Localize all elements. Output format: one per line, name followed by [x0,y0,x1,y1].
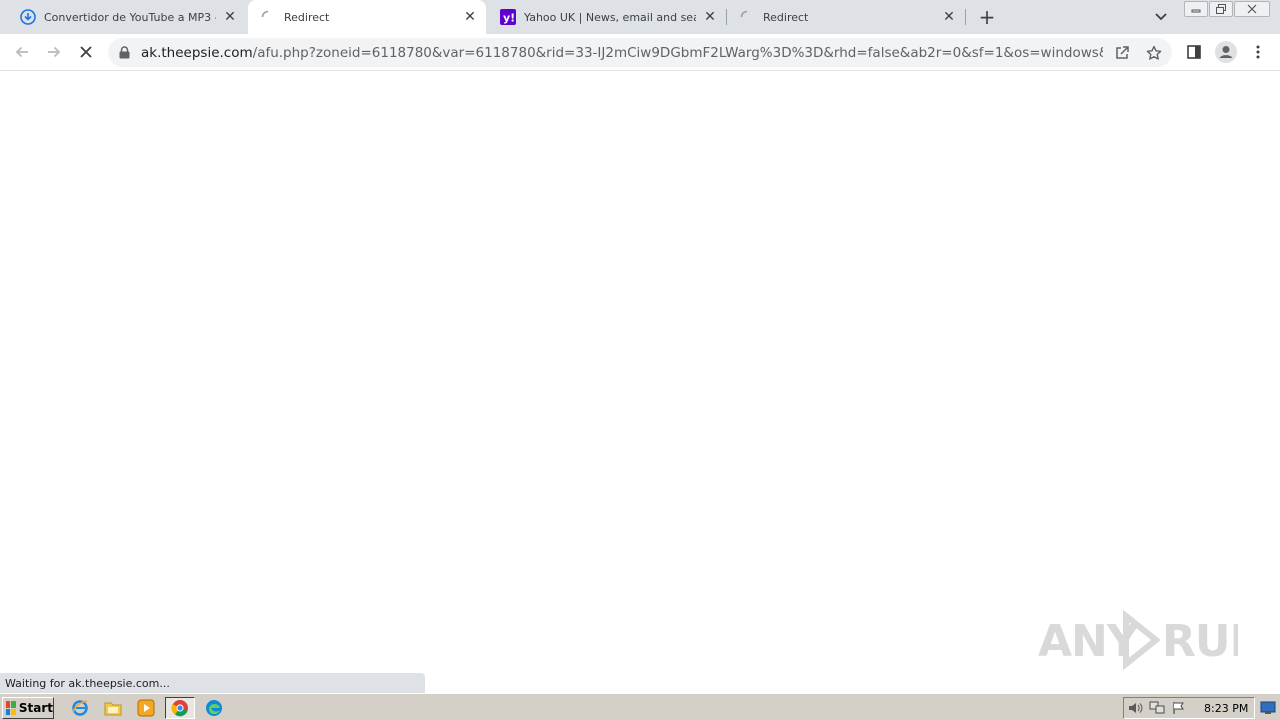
svg-text:y!: y! [503,12,515,25]
network-icon[interactable] [1146,699,1168,717]
media-player-icon[interactable] [131,697,161,719]
yahoo-icon: y! [500,9,516,25]
internet-explorer-icon[interactable] [65,697,95,719]
download-cloud-icon [20,9,36,25]
close-icon[interactable]: ✕ [941,9,957,25]
stop-loading-button[interactable] [73,39,99,65]
close-icon[interactable]: ✕ [222,9,238,25]
menu-button[interactable] [1245,39,1271,65]
url-text[interactable]: ak.theepsie.com/afu.php?zoneid=6118780&v… [141,45,1103,61]
start-label: Start [18,701,53,715]
tab-strip: Convertidor de YouTube a MP3 - YTM ✕ Red… [0,0,1280,34]
tab-youtube-converter[interactable]: Convertidor de YouTube a MP3 - YTM ✕ [8,0,246,34]
windows-taskbar: Start 8:23 PM [0,693,1280,720]
arrow-left-icon [15,46,28,58]
chrome-taskbar-button[interactable] [165,697,195,719]
restore-button[interactable] [1209,1,1233,17]
url-host: ak.theepsie.com [141,44,253,61]
forward-button[interactable] [41,39,67,65]
close-icon [80,46,92,58]
kebab-menu-icon [1256,45,1260,59]
action-center-flag-icon[interactable] [1168,699,1190,717]
monitor-icon [1260,701,1276,714]
address-bar[interactable]: ak.theepsie.com/afu.php?zoneid=6118780&v… [108,38,1172,67]
new-tab-button[interactable]: + [976,5,998,29]
system-tray: 8:23 PM [1123,697,1255,719]
clock[interactable]: 8:23 PM [1204,702,1248,715]
close-icon[interactable]: ✕ [462,9,478,25]
edge-icon[interactable] [199,697,229,719]
status-bubble: Waiting for ak.theepsie.com... [0,673,425,693]
browser-toolbar: ak.theepsie.com/afu.php?zoneid=6118780&v… [0,34,1280,71]
loading-spinner-icon [739,9,755,25]
tab-title: Redirect [763,10,809,24]
svg-text:RUN: RUN [1162,616,1238,667]
side-panel-icon [1187,45,1201,59]
minimize-button[interactable] [1184,1,1208,17]
chrome-icon [171,700,188,717]
tab-redirect[interactable]: Redirect ✕ [727,0,965,34]
tab-separator [965,9,966,25]
tab-title: Convertidor de YouTube a MP3 - YTM [44,10,216,24]
back-button[interactable] [9,39,35,65]
show-desktop-button[interactable] [1259,699,1277,716]
file-explorer-icon[interactable] [98,697,128,719]
tab-yahoo[interactable]: y! Yahoo UK | News, email and search ✕ [488,0,726,34]
arrow-right-icon [48,46,61,58]
close-icon[interactable]: ✕ [702,9,718,25]
tab-search-button[interactable] [1151,8,1171,26]
tab-title: Redirect [284,10,330,24]
bookmark-star-icon[interactable] [1145,44,1163,62]
loading-spinner-icon [260,9,276,25]
page-content [0,72,1280,692]
windows-logo-icon [6,701,16,715]
share-icon[interactable] [1113,44,1131,62]
tab-redirect-active[interactable]: Redirect ✕ [248,0,486,34]
chevron-down-icon [1155,13,1167,21]
minimize-icon [1191,9,1201,13]
start-button[interactable]: Start [2,697,54,719]
url-path: /afu.php?zoneid=6118780&var=6118780&rid=… [252,44,1103,61]
speaker-icon[interactable] [1124,699,1146,717]
close-window-button[interactable] [1234,1,1270,17]
anyrun-watermark: ANY RUN [1038,608,1238,672]
tab-title: Yahoo UK | News, email and search [524,10,696,24]
avatar-icon [1215,41,1237,63]
lock-icon[interactable] [119,46,133,60]
side-panel-button[interactable] [1181,39,1207,65]
profile-button[interactable] [1213,39,1239,65]
restore-icon [1216,4,1226,14]
close-icon [1247,4,1257,14]
